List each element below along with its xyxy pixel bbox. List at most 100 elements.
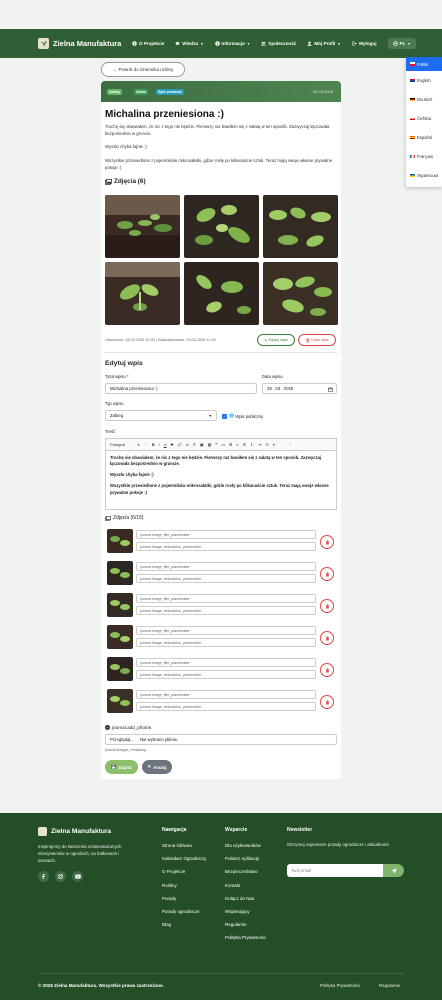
- save-button[interactable]: 💾 Zapisz: [105, 760, 138, 774]
- lang-option-cestina[interactable]: Čeština: [406, 109, 442, 128]
- entry-date-input[interactable]: 29 . 03 . 2026: [262, 383, 337, 394]
- delete-photo-button[interactable]: [320, 663, 334, 677]
- entry-photo-5[interactable]: [184, 262, 259, 325]
- editor-paragraph-2: Wyszło chyba fajnie :): [110, 472, 154, 478]
- link-icon[interactable]: 🔗: [177, 442, 182, 447]
- lang-option-francais[interactable]: Français: [406, 147, 442, 166]
- footer-link[interactable]: Bezpieczeństwo: [225, 869, 266, 882]
- lang-option-espanol[interactable]: Español: [406, 128, 442, 147]
- bold-button[interactable]: B: [152, 442, 155, 447]
- bulleted-list-icon[interactable]: ☰: [243, 442, 247, 447]
- photo-title-input[interactable]: journal.image_title_placeholder: [136, 594, 316, 603]
- photo-title-input[interactable]: journal.image_title_placeholder: [136, 626, 316, 635]
- nav-item-knowledge[interactable]: Wiedza ▼: [175, 41, 204, 46]
- footer-link[interactable]: Regulamin: [225, 922, 266, 935]
- entry-photo-6[interactable]: [263, 262, 338, 325]
- brand-link[interactable]: Zielna Manufaktura: [38, 38, 132, 49]
- nav-item-logout[interactable]: Wyloguj: [352, 41, 377, 46]
- photo-title-input[interactable]: journal.image_title_placeholder: [136, 562, 316, 571]
- photo-title-input[interactable]: journal.image_title_placeholder: [136, 690, 316, 699]
- browse-button[interactable]: Przeglądaj...: [110, 737, 134, 742]
- lang-option-polski[interactable]: Polski: [406, 57, 442, 71]
- photo-description-input[interactable]: journal.image_description_placeholder: [136, 702, 316, 711]
- footer-link[interactable]: O Projekcie: [162, 869, 206, 882]
- photo-description-input[interactable]: journal.image_description_placeholder: [136, 542, 316, 551]
- lang-option-english[interactable]: English: [406, 71, 442, 90]
- content-editor[interactable]: Trochę się obawiałem, że nic z tego nie …: [105, 450, 337, 510]
- photo-thumbnail: [107, 689, 133, 713]
- align-left-icon[interactable]: ☷: [265, 442, 269, 447]
- cancel-button[interactable]: ✕ Anuluj: [142, 760, 172, 774]
- photo-description-input[interactable]: journal.image_description_placeholder: [136, 670, 316, 679]
- footer-link[interactable]: Blog: [162, 922, 206, 935]
- align-icon[interactable]: ≡: [236, 442, 238, 447]
- calendar-icon[interactable]: [328, 387, 333, 392]
- footer-link[interactable]: Dołącz do Nas: [225, 896, 266, 909]
- entry-photo-2[interactable]: [184, 195, 259, 258]
- media-icon[interactable]: ▦: [208, 442, 212, 447]
- nav-item-profile[interactable]: Mój Profil ▼: [307, 41, 341, 46]
- delete-photo-button[interactable]: [320, 535, 334, 549]
- photo-description-input[interactable]: journal.image_description_placeholder: [136, 638, 316, 647]
- nav-item-community[interactable]: Społeczność: [261, 41, 296, 46]
- text-color-icon[interactable]: A: [186, 442, 189, 447]
- table-icon[interactable]: ⊞: [229, 442, 232, 447]
- youtube-icon[interactable]: [72, 871, 83, 882]
- footer-terms-link[interactable]: Regulamin: [379, 983, 400, 988]
- image-icon[interactable]: ▣: [200, 442, 204, 447]
- entry-photo-3[interactable]: [263, 195, 338, 258]
- more-icon[interactable]: ⋮: [144, 442, 148, 447]
- format-select[interactable]: Paragraf: [110, 442, 125, 447]
- highlight-icon[interactable]: ✐: [193, 442, 196, 447]
- nav-item-about[interactable]: O Projekcie: [132, 41, 164, 46]
- lang-option-deutsch[interactable]: Deutsch: [406, 90, 442, 109]
- newsletter-submit-button[interactable]: [383, 864, 404, 877]
- quote-icon[interactable]: ❝: [215, 442, 217, 447]
- footer-link[interactable]: Kalendarz Ogrodniczy: [162, 856, 206, 869]
- footer-link[interactable]: Strona Główna: [162, 843, 206, 856]
- photo-title-input[interactable]: journal.image_title_placeholder: [136, 530, 316, 539]
- delete-photo-button[interactable]: [320, 567, 334, 581]
- italic-button[interactable]: I: [159, 442, 160, 447]
- photo-description-input[interactable]: journal.image_description_placeholder: [136, 606, 316, 615]
- delete-entry-button[interactable]: 🗑 Usuń wpis: [298, 334, 336, 346]
- footer-link[interactable]: Pobierz Aplikację: [225, 856, 266, 869]
- code-block-icon[interactable]: ▭: [221, 442, 225, 447]
- underline-button[interactable]: U: [164, 442, 167, 447]
- entry-title-input[interactable]: Michalina przeniesiona :): [105, 383, 257, 394]
- indent-icon[interactable]: ⇥: [258, 442, 261, 447]
- footer-link[interactable]: Kontakt: [225, 883, 266, 896]
- language-selector[interactable]: PL ▼: [387, 38, 416, 49]
- entry-photo-4[interactable]: [105, 262, 180, 325]
- nav-item-information[interactable]: Informacje ▼: [214, 41, 250, 46]
- file-input[interactable]: Przeglądaj... Nie wybrano plików.: [105, 734, 337, 745]
- trash-icon: [325, 539, 329, 544]
- footer-link[interactable]: Dla użytkowników: [225, 843, 266, 856]
- footer-link[interactable]: Polityka Prywatności: [225, 935, 266, 948]
- back-to-plant-journal-button[interactable]: ← Powrót do dziennika rośliny: [101, 62, 185, 77]
- instagram-icon[interactable]: [55, 871, 66, 882]
- delete-photo-button[interactable]: [320, 695, 334, 709]
- footer-link[interactable]: Wspierający: [225, 909, 266, 922]
- entry-photo-1[interactable]: [105, 195, 180, 258]
- photo-title-input[interactable]: journal.image_title_placeholder: [136, 658, 316, 667]
- footer-link[interactable]: Rośliny: [162, 883, 206, 896]
- strikethrough-button[interactable]: S: [171, 442, 174, 447]
- edit-entry-button[interactable]: ✎ Edytuj wpis: [257, 334, 295, 346]
- numbered-list-icon[interactable]: ⒈: [250, 442, 254, 448]
- newsletter-email-input[interactable]: Twój email: [287, 864, 383, 877]
- footer-link[interactable]: Porady: [162, 896, 206, 909]
- photo-edit-row: journal.image_title_placeholder journal.i…: [105, 528, 337, 556]
- photo-description-input[interactable]: journal.image_description_placeholder: [136, 574, 316, 583]
- lang-option-ukrainian[interactable]: Українська: [406, 166, 442, 185]
- footer-link[interactable]: Porady ogrodnicze: [162, 909, 206, 922]
- public-checkbox[interactable]: ✓: [222, 413, 227, 419]
- outdent-icon[interactable]: ⇤: [273, 442, 276, 447]
- delete-photo-button[interactable]: [320, 599, 334, 613]
- entry-type-select[interactable]: Zabieg ▼: [105, 410, 217, 421]
- delete-photo-button[interactable]: [320, 631, 334, 645]
- footer-privacy-link[interactable]: Polityka Prywatności: [320, 983, 360, 988]
- photo-edit-row: journal.image_title_placeholder journal.i…: [105, 656, 337, 684]
- facebook-icon[interactable]: [38, 871, 49, 882]
- overflow-menu-icon[interactable]: ⋮: [288, 442, 292, 447]
